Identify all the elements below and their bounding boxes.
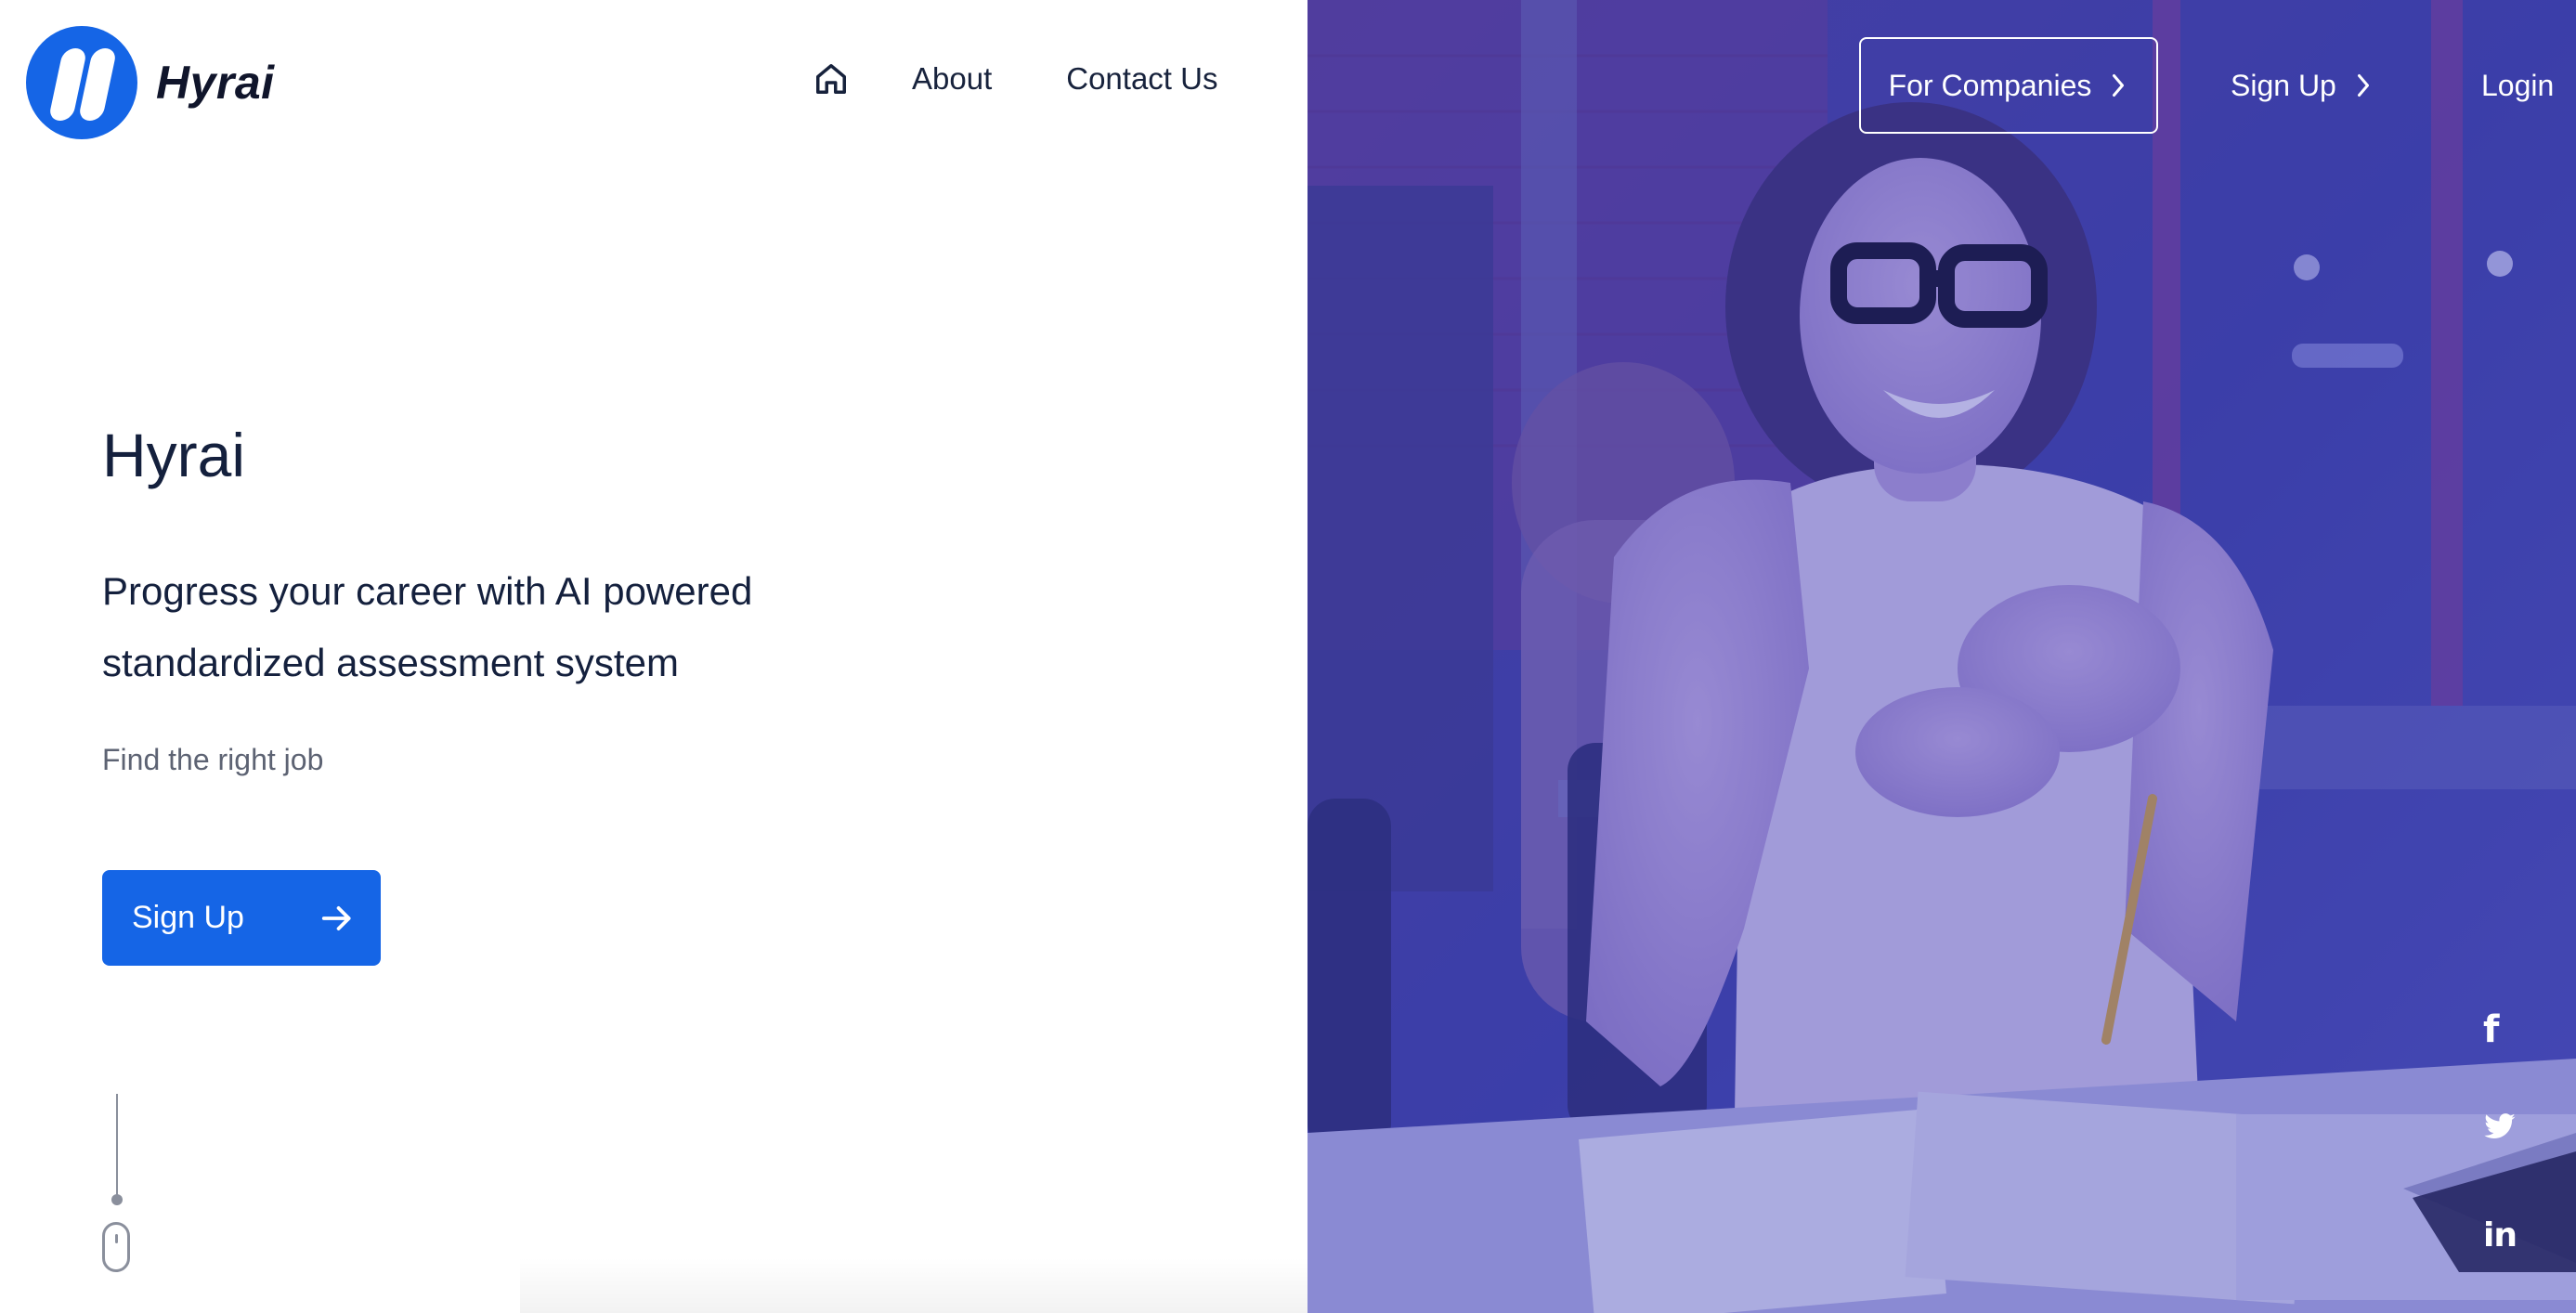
login-link[interactable]: Login [2481,37,2554,134]
home-icon[interactable] [813,61,849,97]
scroll-indicator-dot [111,1194,123,1205]
logo-mark-icon [26,26,137,139]
top-right-nav: For Companies Sign Up Login [1308,37,2576,136]
arrow-right-icon [321,905,351,930]
bottom-shade [520,1257,1308,1313]
nav-contact-link[interactable]: Contact Us [1066,61,1217,97]
linkedin-icon[interactable]: in [2483,1216,2517,1254]
mouse-icon[interactable] [102,1222,130,1272]
chevron-right-icon [2357,74,2369,97]
for-companies-label: For Companies [1888,68,2092,102]
hero-title: Hyrai [102,421,246,489]
nav-about-link[interactable]: About [912,61,992,97]
main-nav: About Contact Us [813,61,1217,97]
logo[interactable]: Hyrai [26,26,275,139]
hero-signup-button[interactable]: Sign Up [102,870,381,966]
for-companies-button[interactable]: For Companies [1859,37,2158,134]
hero-left-panel: Hyrai About Contact Us Hyrai Progress yo… [0,0,1308,1313]
facebook-icon[interactable]: f [2483,1008,2499,1051]
scroll-indicator-line [116,1094,118,1198]
signup-top-link[interactable]: Sign Up [2231,37,2374,134]
hero-signup-label: Sign Up [132,900,244,935]
chevron-right-icon [2113,74,2125,97]
hero-photo [1308,0,2576,1313]
hero-tagline: Find the right job [102,743,324,776]
signup-top-label: Sign Up [2231,68,2336,102]
hero-image-panel: For Companies Sign Up Login f in [1308,0,2576,1313]
logo-text: Hyrai [156,57,275,109]
hero-subtitle: Progress your career with AI powered sta… [102,569,753,684]
twitter-icon[interactable] [2483,1112,2517,1142]
